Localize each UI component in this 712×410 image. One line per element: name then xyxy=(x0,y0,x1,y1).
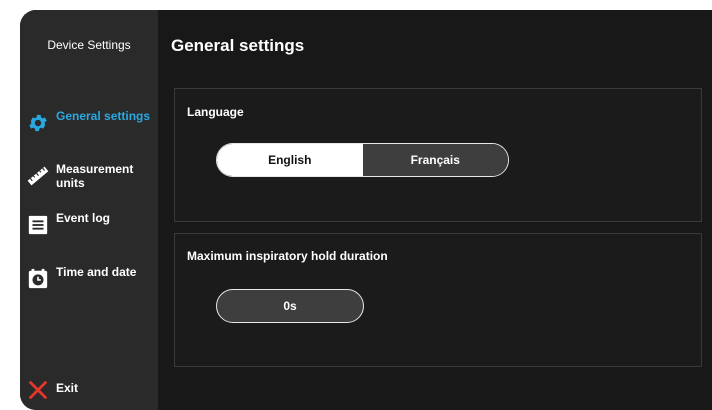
sidebar-item-label: Measurement units xyxy=(56,162,134,190)
page-title: General settings xyxy=(171,36,305,55)
language-option-francais[interactable]: Français xyxy=(362,144,508,176)
sidebar-item-label: Time and date xyxy=(56,265,137,279)
clock-icon xyxy=(26,267,50,291)
main-content: General settings Language English França… xyxy=(158,10,712,410)
sidebar-item-time-and-date[interactable]: Time and date xyxy=(26,265,156,291)
sidebar-item-measurement-units[interactable]: Measurement units xyxy=(26,162,156,190)
sidebar-item-label: Event log xyxy=(56,211,111,225)
language-toggle: English Français xyxy=(216,143,509,177)
language-panel: Language English Français xyxy=(174,88,702,222)
exit-label: Exit xyxy=(56,381,79,395)
device-screen: Device Settings General settings Measure… xyxy=(20,10,712,410)
inspiratory-hold-label: Maximum inspiratory hold duration xyxy=(187,249,388,263)
sidebar: Device Settings General settings Measure… xyxy=(20,10,158,410)
language-option-english[interactable]: English xyxy=(217,144,363,176)
inspiratory-hold-value-button[interactable]: 0s xyxy=(216,289,364,323)
event-log-icon xyxy=(26,213,50,237)
gear-icon xyxy=(26,111,50,135)
sidebar-item-general-settings[interactable]: General settings xyxy=(26,109,156,135)
exit-button[interactable]: Exit xyxy=(26,376,156,402)
sidebar-item-event-log[interactable]: Event log xyxy=(26,211,156,237)
inspiratory-hold-panel: Maximum inspiratory hold duration 0s xyxy=(174,233,702,367)
ruler-icon xyxy=(26,164,50,188)
close-icon xyxy=(26,378,50,402)
sidebar-title: Device Settings xyxy=(47,38,131,52)
sidebar-item-label: General settings xyxy=(56,109,151,123)
language-label: Language xyxy=(187,105,244,119)
